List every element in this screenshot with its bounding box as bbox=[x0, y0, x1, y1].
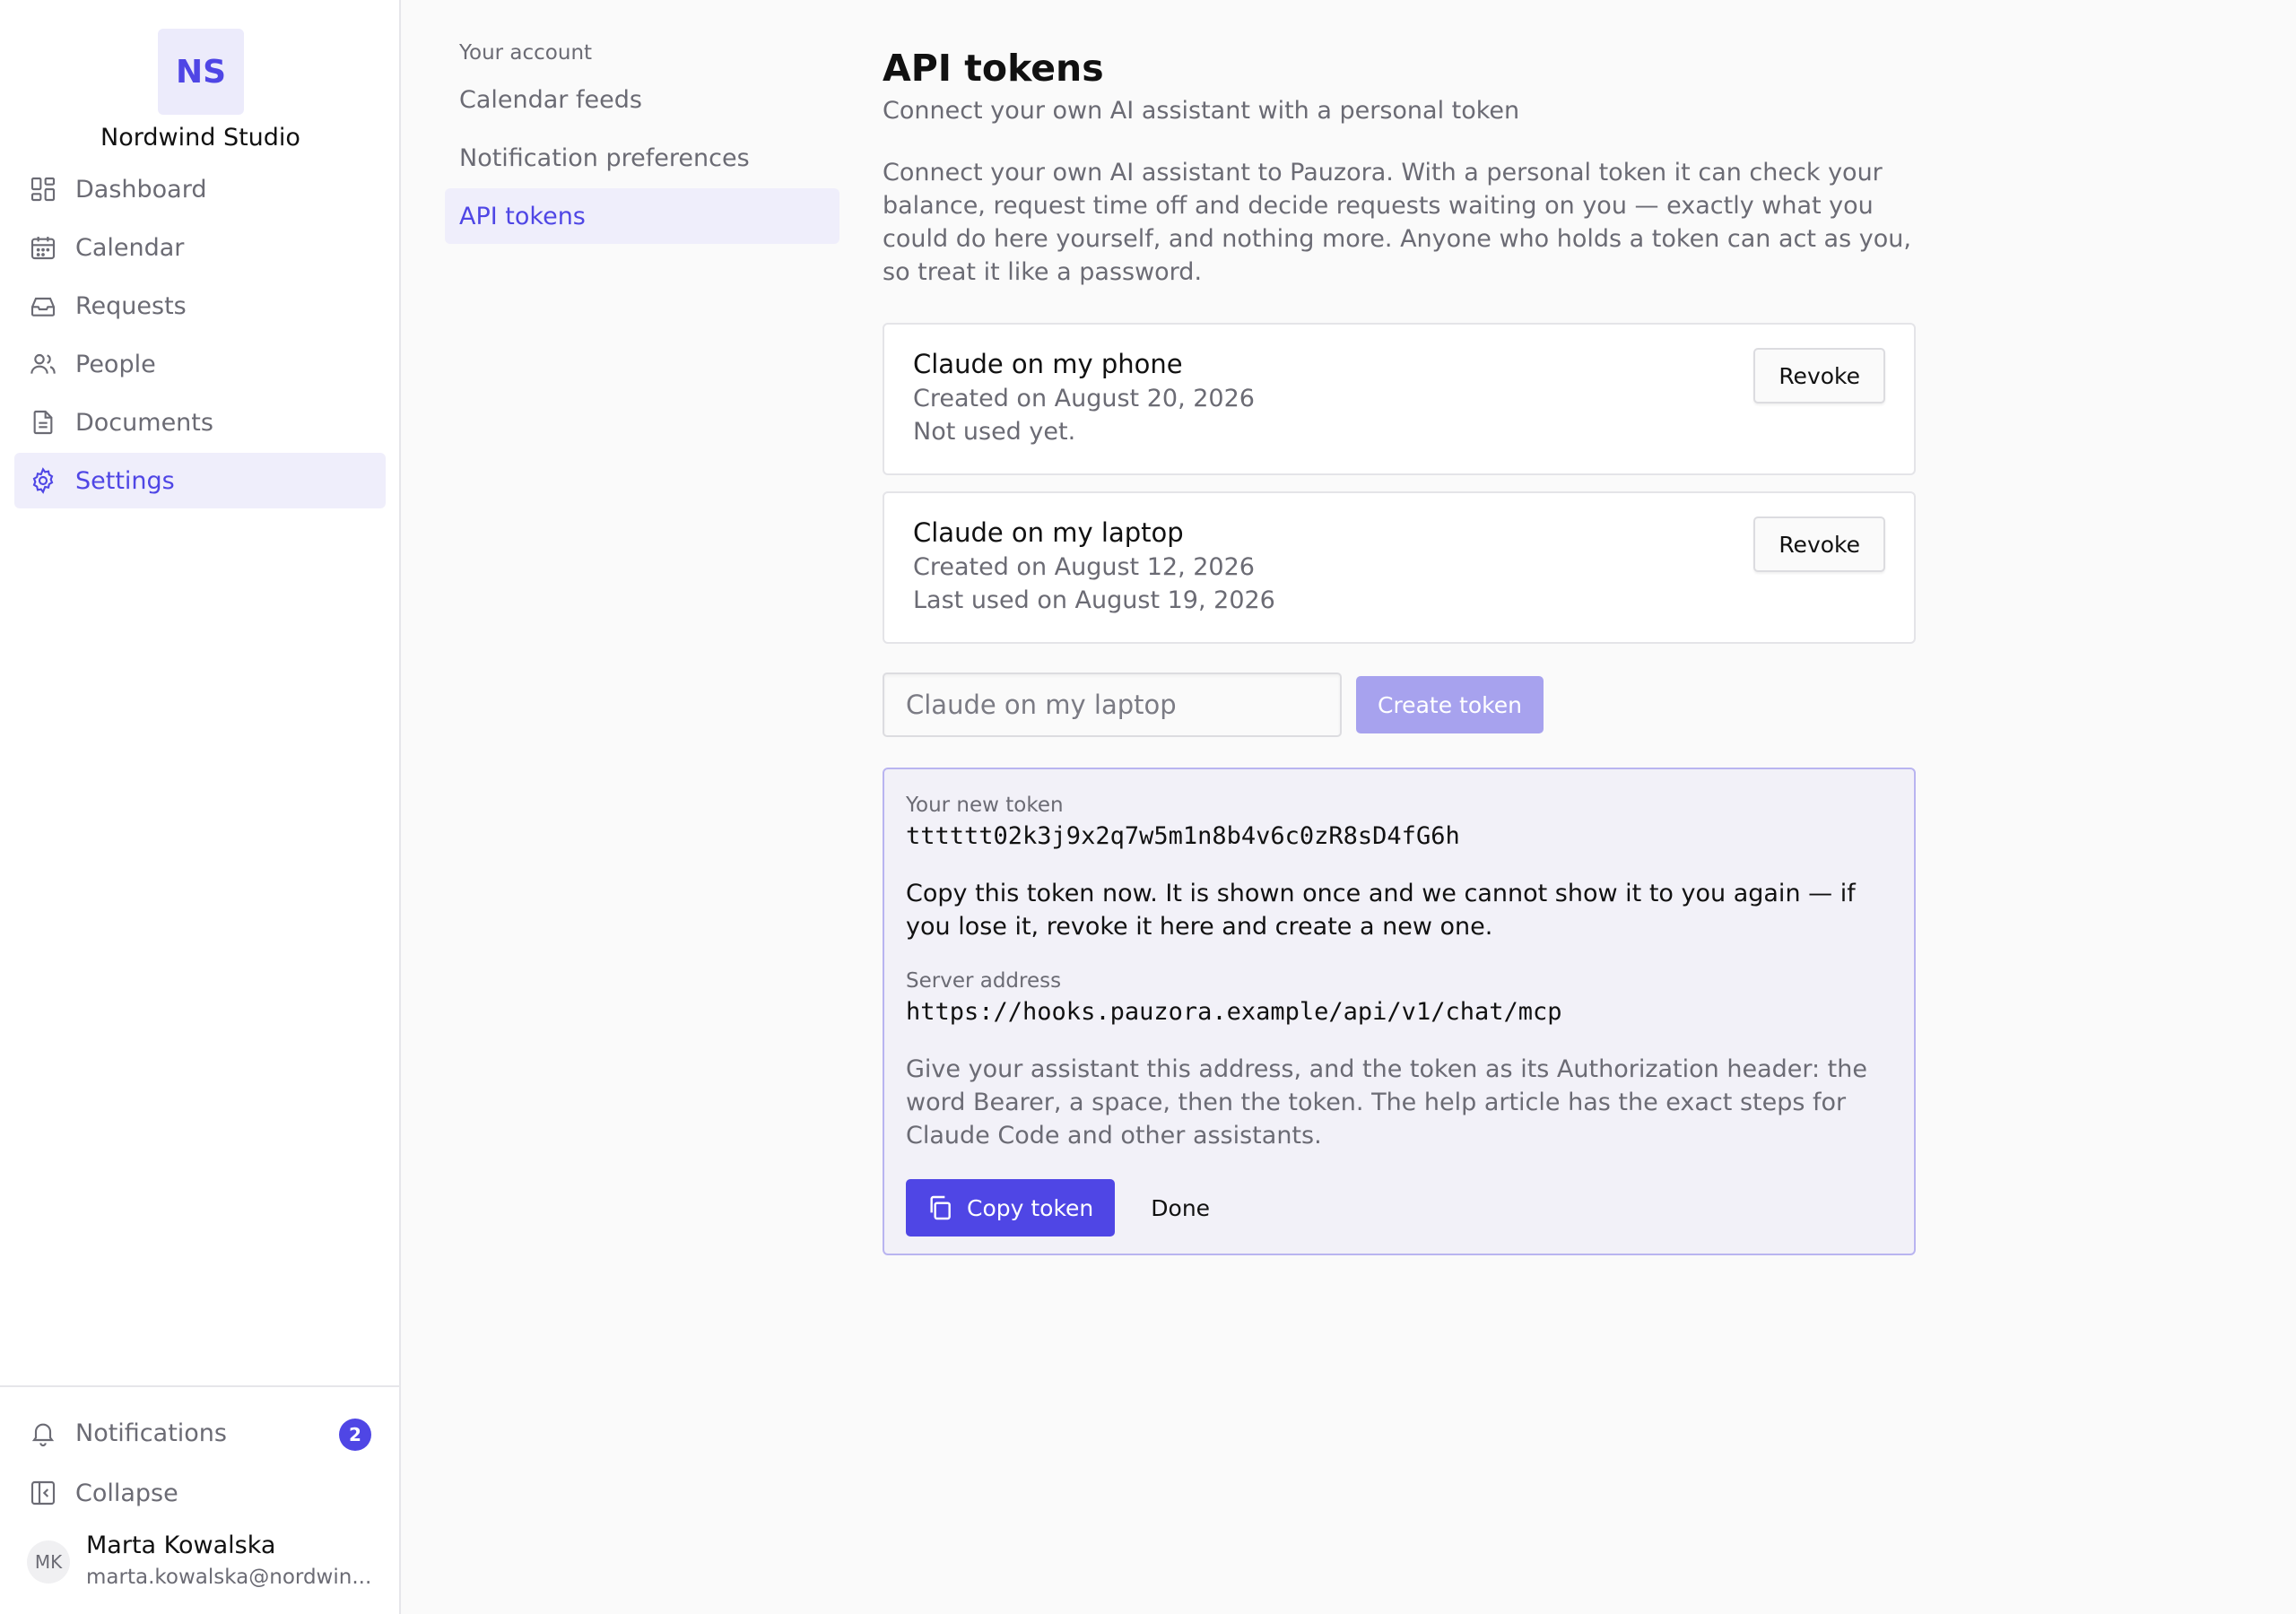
token-name: Claude on my laptop bbox=[913, 517, 1184, 548]
revoke-button[interactable]: Revoke bbox=[1753, 348, 1885, 404]
gear-icon bbox=[29, 466, 57, 495]
sidebar-nav: Dashboard Calendar Requests People Docum… bbox=[14, 161, 386, 511]
avatar: MK bbox=[27, 1540, 70, 1584]
sidebar-item-people[interactable]: People bbox=[14, 336, 386, 392]
collapse-sidebar-icon bbox=[29, 1479, 57, 1507]
collapse-label: Collapse bbox=[75, 1479, 178, 1507]
sidebar-item-settings[interactable]: Settings bbox=[14, 453, 386, 508]
copy-token-label: Copy token bbox=[967, 1194, 1094, 1221]
user-profile[interactable]: MK Marta Kowalska marta.kowalska@nordwin… bbox=[27, 1532, 386, 1594]
sidebar: NS Nordwind Studio Dashboard Calendar Re… bbox=[0, 0, 401, 1614]
sidebar-item-requests[interactable]: Requests bbox=[14, 278, 386, 334]
page-title: API tokens bbox=[883, 47, 1104, 90]
subnav-heading: Your account bbox=[459, 41, 593, 65]
sidebar-item-label: Settings bbox=[75, 466, 175, 495]
sidebar-item-label: Requests bbox=[75, 291, 187, 320]
calendar-icon bbox=[29, 233, 57, 262]
sidebar-item-documents[interactable]: Documents bbox=[14, 395, 386, 450]
bell-icon bbox=[29, 1419, 57, 1447]
create-token-form: Create token bbox=[883, 672, 1916, 737]
token-card: Claude on my phone Created on August 20,… bbox=[883, 323, 1916, 475]
token-created: Created on August 20, 2026 bbox=[913, 385, 1255, 412]
document-icon bbox=[29, 408, 57, 437]
new-token-label: Your new token bbox=[906, 794, 1064, 817]
done-button[interactable]: Done bbox=[1133, 1179, 1228, 1237]
org-logo[interactable]: NS bbox=[158, 29, 244, 115]
org-name: Nordwind Studio bbox=[100, 124, 300, 152]
token-usage: Last used on August 19, 2026 bbox=[913, 586, 1275, 614]
collapse-button[interactable]: Collapse bbox=[14, 1465, 386, 1521]
page-subtitle: Connect your own AI assistant with a per… bbox=[883, 97, 1520, 125]
user-name: Marta Kowalska bbox=[86, 1532, 276, 1559]
subnav-item-calendar-feeds[interactable]: Calendar feeds bbox=[445, 72, 839, 127]
copy-warning: Copy this token now. It is shown once an… bbox=[906, 880, 1856, 941]
subnav-item-api-tokens[interactable]: API tokens bbox=[445, 188, 839, 244]
sidebar-item-label: People bbox=[75, 350, 156, 378]
app: NS Nordwind Studio Dashboard Calendar Re… bbox=[0, 0, 2296, 1614]
dashboard-icon bbox=[29, 175, 57, 204]
notifications-label: Notifications bbox=[75, 1419, 227, 1447]
token-created: Created on August 12, 2026 bbox=[913, 553, 1255, 581]
notifications-badge: 2 bbox=[339, 1419, 371, 1451]
people-icon bbox=[29, 350, 57, 378]
create-token-button[interactable]: Create token bbox=[1356, 676, 1544, 733]
sidebar-item-label: Documents bbox=[75, 408, 213, 437]
token-name-input[interactable] bbox=[883, 672, 1342, 737]
token-usage: Not used yet. bbox=[913, 418, 1076, 446]
setup-help-text: Give your assistant this address, and th… bbox=[906, 1055, 1867, 1150]
new-token-value[interactable]: tttttt02k3j9x2q7w5m1n8b4v6c0zR8sD4fG6h bbox=[906, 820, 1892, 854]
main-content: API tokens Connect your own AI assistant… bbox=[883, 45, 1916, 1255]
subnav-item-notification-preferences[interactable]: Notification preferences bbox=[445, 130, 839, 186]
copy-icon bbox=[926, 1193, 954, 1222]
revoke-button[interactable]: Revoke bbox=[1753, 516, 1885, 572]
sidebar-item-label: Calendar bbox=[75, 233, 185, 262]
token-list: Claude on my phone Created on August 20,… bbox=[883, 323, 1916, 644]
server-address-value[interactable]: https://hooks.pauzora.example/api/v1/cha… bbox=[906, 995, 1892, 1029]
notifications-button[interactable]: Notifications 2 bbox=[14, 1405, 386, 1461]
settings-subnav: Your account Calendar feeds Notification… bbox=[445, 41, 839, 247]
token-card: Claude on my laptop Created on August 12… bbox=[883, 491, 1916, 644]
new-token-actions: Copy token Done bbox=[906, 1179, 1892, 1237]
token-name: Claude on my phone bbox=[913, 349, 1183, 379]
server-address-label: Server address bbox=[906, 969, 1062, 993]
sidebar-item-dashboard[interactable]: Dashboard bbox=[14, 161, 386, 217]
inbox-icon bbox=[29, 291, 57, 320]
sidebar-item-label: Dashboard bbox=[75, 175, 207, 204]
user-email: marta.kowalska@nordwin... bbox=[86, 1566, 372, 1589]
intro-text: Connect your own AI assistant to Pauzora… bbox=[883, 159, 1911, 286]
copy-token-button[interactable]: Copy token bbox=[906, 1179, 1116, 1237]
new-token-panel: Your new token tttttt02k3j9x2q7w5m1n8b4v… bbox=[883, 768, 1916, 1255]
sidebar-item-calendar[interactable]: Calendar bbox=[14, 220, 386, 275]
